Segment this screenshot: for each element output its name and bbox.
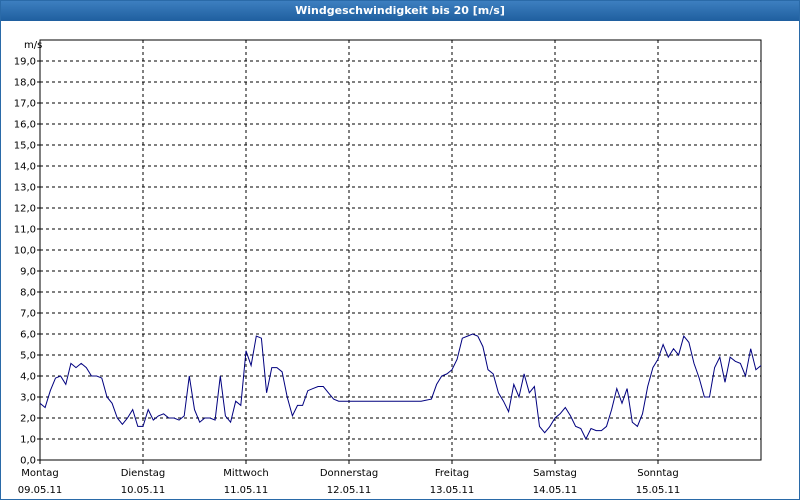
x-tick-date-label: 14.05.11: [533, 485, 578, 496]
y-tick-label: 6,0: [20, 330, 36, 341]
x-tick-day-label: Montag: [21, 468, 58, 479]
y-tick-label: 19,0: [14, 57, 36, 68]
y-tick-label: 10,0: [14, 246, 36, 257]
y-tick-label: 18,0: [14, 78, 36, 89]
x-tick-day-label: Freitag: [435, 468, 469, 479]
y-tick-label: 5,0: [20, 351, 36, 362]
x-tick-day-label: Donnerstag: [320, 468, 378, 479]
grid: [40, 40, 761, 460]
y-tick-label: 7,0: [20, 309, 36, 320]
x-tick-day-label: Samstag: [533, 468, 577, 479]
y-tick-label: 0,0: [20, 456, 36, 467]
x-tick-date-label: 11.05.11: [224, 485, 269, 496]
y-tick-label: 4,0: [20, 372, 36, 383]
x-tick-date-label: 13.05.11: [430, 485, 475, 496]
y-tick-label: 15,0: [14, 141, 36, 152]
x-tick-date-label: 12.05.11: [327, 485, 372, 496]
x-tick-day-label: Sonntag: [637, 468, 679, 479]
y-axis: 0,0 1,0 2,0 3,0 4,0 5,0 6,0 7,0 8,0 9,0 10,0 11,0 12…: [14, 57, 40, 467]
y-tick-label: 13,0: [14, 183, 36, 194]
y-tick-label: 8,0: [20, 288, 36, 299]
x-tick-day-label: Mittwoch: [223, 468, 268, 479]
x-tick-date-label: 09.05.11: [18, 485, 63, 496]
y-tick-label: 14,0: [14, 162, 36, 173]
y-tick-label: 2,0: [20, 414, 36, 425]
x-axis: Montag 09.05.11 Dienstag 10.05.11 Mittwoch 11…: [18, 460, 681, 496]
x-tick-day-label: Dienstag: [121, 468, 166, 479]
y-tick-label: 11,0: [14, 225, 36, 236]
wind-chart: 0,0 1,0 2,0 3,0 4,0 5,0 6,0 7,0 8,0 9,0 10,0 11,0 12…: [14, 39, 762, 496]
y-tick-label: 9,0: [20, 267, 36, 278]
y-tick-label: 3,0: [20, 393, 36, 404]
y-tick-label: 1,0: [20, 435, 36, 446]
y-tick-label: 12,0: [14, 204, 36, 215]
x-tick-date-label: 10.05.11: [121, 485, 166, 496]
y-tick-label: 16,0: [14, 120, 36, 131]
y-tick-label: 17,0: [14, 99, 36, 110]
x-tick-date-label: 15.05.11: [636, 485, 681, 496]
y-axis-label: m/s: [24, 40, 42, 51]
